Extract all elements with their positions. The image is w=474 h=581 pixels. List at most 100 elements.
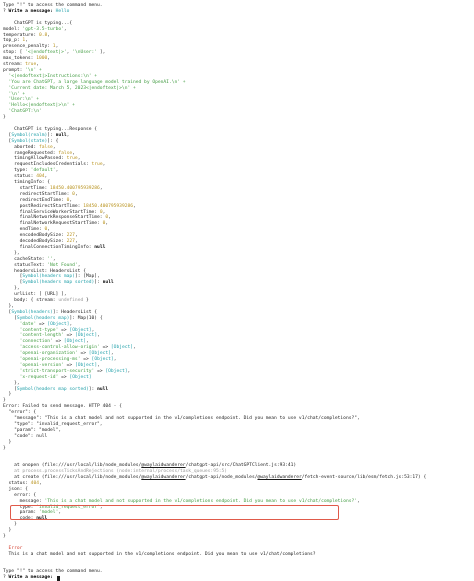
terminal-text: , [47,32,51,38]
terminal-text: null [94,244,106,250]
terminal-text: 'openai-version' [19,362,64,368]
terminal-text: 'gpt-3.5-turbo' [22,26,64,32]
terminal-text: "error": { [3,410,37,416]
terminal-text: , [86,339,89,345]
terminal-text: postRedirectStartTime: [3,203,84,209]
terminal-text: [ [3,386,17,392]
terminal-text: ChatGPT is typing...{ [3,20,73,26]
terminal-line: } [3,534,6,540]
terminal-text: /fetch-event-source/lib/esm/fetch.js:53:… [301,475,427,480]
terminal-text: 'date' [19,321,37,327]
terminal-text: } [3,445,6,451]
terminal-text: presence_penalty: [3,44,53,50]
terminal-text: , [44,174,48,180]
terminal-text: => [77,351,89,357]
terminal-text: 'content-length' [19,333,64,339]
terminal-text: encodedBodySize: [3,233,67,239]
terminal-text: timingAllowPassed: [3,156,67,162]
terminal-text: } [3,528,12,534]
terminal-text: 18450.400795939286 [83,203,134,209]
terminal-text: prompt: [3,67,26,73]
terminal-text: finalNetworkResponseStartTime: [3,215,106,221]
terminal-text: , [25,38,28,44]
terminal-text: } [3,534,6,539]
terminal-text: Error [3,545,23,551]
terminal-text: , [108,215,111,221]
terminal-text: } [3,392,12,398]
terminal-text: => [52,339,64,345]
terminal-text: => [58,374,70,380]
terminal-text: Symbol(headers map sorted) [16,386,89,392]
terminal-text: } [83,298,89,303]
terminal-text: message: [3,498,45,504]
terminal-text: => [36,321,48,327]
terminal-text: , [66,132,70,138]
terminal-text: => [94,368,106,374]
terminal-text: stop: [ [3,50,26,56]
terminal-text: decodedBodySize: [3,239,67,244]
terminal-text: at process.processTicksAndRejections (no… [3,469,228,475]
terminal-text: 'ChatGPT:\n' [3,109,42,115]
terminal-line: [Symbol(headers map sorted)]: null [3,387,108,393]
terminal-text: => [99,345,111,351]
terminal-text: true [25,62,37,67]
terminal-text: finalConnectionTimingInfo: [3,244,95,250]
terminal-text: body: { stream: [3,298,59,303]
terminal-text: finalServiceWorkerStartTime: [3,209,100,215]
terminal-text: , [133,345,136,351]
text-cursor[interactable] [56,575,60,581]
terminal-line: This is a chat model and not supported i… [3,552,316,558]
terminal-text: 'openai-organization' [19,351,78,357]
terminal-text: status: [3,480,31,486]
terminal-text: , [69,321,73,327]
terminal-text: /chatgpt-api/node_modules/ [185,475,258,480]
terminal-line: at create (file:///usr/local/lib/node_mo… [3,475,426,481]
terminal-text: Error: Failed to send message. HTTP 404 … [3,404,122,410]
error-box [10,505,339,520]
terminal-text: at onopen (file:///usr/local/lib/node_mo… [3,463,142,469]
terminal-text: headersList: HeadersList { [3,268,86,274]
terminal-text: [Object] [91,357,114,362]
terminal-text: , [105,221,109,227]
terminal-text: 'openai-processing-ms' [19,357,81,362]
terminal-text: statusText: [3,262,48,268]
terminal-text: , [102,209,106,215]
terminal-text: [Object] [74,333,98,339]
terminal-text: , [91,327,95,333]
terminal-text: Type "!" to access the command menu. [3,569,103,575]
terminal-text: , [97,362,100,368]
terminal-text: , [133,203,136,209]
terminal-text: 'x-request-id' [19,374,59,380]
terminal-text: null [97,386,109,392]
terminal-text: [Object] [74,362,98,368]
terminal-text: }, [3,286,20,292]
terminal-text: } [3,115,6,121]
terminal-text: '\n' + [25,67,42,73]
terminal-text: 404 [30,480,39,486]
terminal-text: Symbol(headers) [11,309,53,315]
terminal-text: @waylaidwanderer [257,475,302,480]
terminal-text: endTime: [3,227,45,233]
terminal-text: 'Current date: March 5, 2023<|endoftext|… [3,85,136,91]
terminal-text: 'default' [30,168,56,174]
terminal-text: @waylaidwanderer [141,463,186,469]
terminal-text: , [74,233,78,239]
terminal-text: 'You are ChatGPT, a large language model… [3,79,186,85]
terminal-text: 'This is a chat model and not supported … [44,498,358,504]
terminal-text: [Object] [105,368,128,374]
terminal-text: } [3,398,6,404]
terminal-text: , [52,144,56,150]
terminal-text: true [66,156,78,162]
terminal-text: Hello [55,8,70,14]
terminal-text: 'strict-transport-security' [19,368,95,374]
terminal-text: ]: [Map], [74,274,100,280]
terminal-line: } [3,115,6,121]
terminal-text: 'content-type' [19,327,59,333]
terminal-text: model: [3,26,23,32]
